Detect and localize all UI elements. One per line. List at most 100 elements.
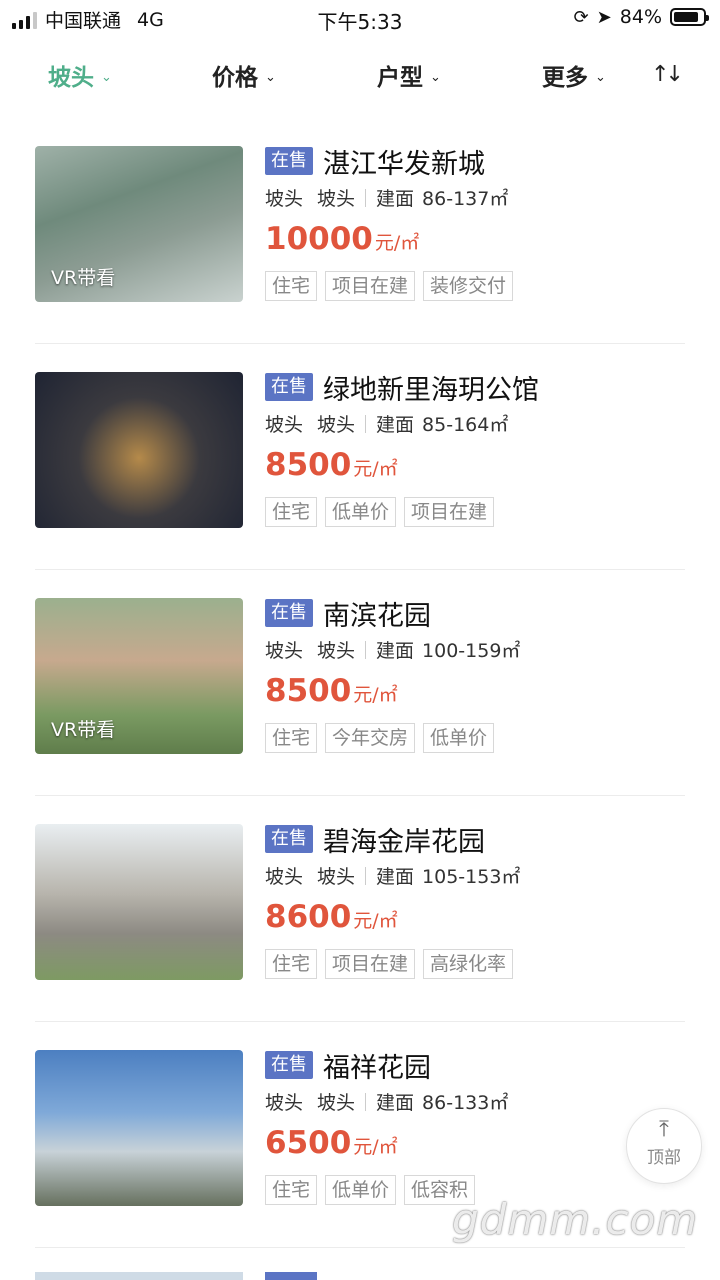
location-icon: ➤ [596,6,612,28]
project-name: 碧海金岸花园 [323,826,485,858]
tag: 低单价 [325,1175,397,1205]
tag: 住宅 [265,497,318,527]
chevron-down-icon: ⌄ [430,69,441,85]
price: 8500 元/㎡ [265,447,700,483]
filter-label: 坡头 [48,65,94,91]
area-label: 建面 [376,1092,415,1114]
filter-more[interactable]: 更多 ⌄ [542,58,606,92]
divider [365,1092,367,1111]
tag: 装修交付 [423,271,514,301]
listing-item[interactable]: VR带看 在售 湛江华发新城 坡头 坡头 建面 86-137㎡ 10000 元/… [0,118,720,344]
location-row: 坡头 坡头 建面 86-137㎡ [265,184,700,211]
price: 10000 元/㎡ [265,221,700,257]
divider [365,414,367,433]
listing-item[interactable]: 在售 绿地新里海玥公馆 坡头 坡头 建面 85-164㎡ 8500 元/㎡ 住宅… [0,344,720,570]
area-label: 建面 [376,414,415,436]
area: 坡头 [317,640,356,662]
price-unit: 元/㎡ [374,232,420,254]
status-badge: 在售 [265,147,313,175]
tag: 项目在建 [325,949,416,979]
district: 坡头 [265,866,304,888]
project-name: 湛江华发新城 [323,148,485,180]
area: 坡头 [317,866,356,888]
location-row: 坡头 坡头 建面 86-133㎡ [265,1088,700,1115]
chevron-down-icon: ⌄ [265,69,276,85]
project-thumbnail[interactable]: VR带看 [35,598,243,754]
divider [365,640,367,659]
size-range: 105-153㎡ [422,866,521,888]
vr-tour-label[interactable]: VR带看 [51,263,115,290]
chevron-down-icon: ⌄ [101,69,112,85]
back-to-top-button[interactable]: ⤒ 顶部 [626,1108,702,1184]
price: 8500 元/㎡ [265,673,700,709]
row-divider [35,1247,685,1248]
size-range: 85-164㎡ [422,414,509,436]
divider [365,188,367,207]
next-item-thumbnail [35,1272,243,1280]
project-thumbnail[interactable] [35,824,243,980]
project-name: 南滨花园 [323,600,431,632]
area: 坡头 [317,188,356,210]
tag: 住宅 [265,723,318,753]
filter-district[interactable]: 坡头 ⌄ [48,58,112,92]
status-badge: 在售 [265,825,313,853]
status-badge: 在售 [265,599,313,627]
tag: 高绿化率 [423,949,514,979]
area: 坡头 [317,414,356,436]
area-label: 建面 [376,188,415,210]
price-value: 6500 [265,1125,352,1161]
status-bar: 中国联通 4G 下午5:33 ⟳ ➤ 84% [0,0,720,36]
watermark: gdmm.com [452,1195,699,1244]
location-row: 坡头 坡头 建面 85-164㎡ [265,410,700,437]
tag-list: 住宅 今年交房 低单价 [265,723,700,753]
tag: 项目在建 [325,271,416,301]
sort-icon[interactable]: ↑↓ [651,62,684,87]
price-unit: 元/㎡ [353,1136,398,1158]
filter-label: 价格 [212,65,258,91]
tag-list: 住宅 低单价 项目在建 [265,497,700,527]
listing-info: 在售 绿地新里海玥公馆 坡头 坡头 建面 85-164㎡ 8500 元/㎡ 住宅… [265,370,700,527]
battery-icon [670,8,709,26]
listing-info: 在售 湛江华发新城 坡头 坡头 建面 86-137㎡ 10000 元/㎡ 住宅项… [265,144,700,301]
filter-layout[interactable]: 户型 ⌄ [377,58,441,92]
next-item-badge [265,1272,317,1280]
price-unit: 元/㎡ [353,910,398,932]
size-range: 100-159㎡ [422,640,521,662]
district: 坡头 [265,640,304,662]
tag: 项目在建 [404,497,495,527]
divider [365,866,367,885]
back-to-top-label: 顶部 [647,1148,681,1168]
status-badge: 在售 [265,1051,313,1079]
tag: 住宅 [265,949,318,979]
project-thumbnail[interactable]: VR带看 [35,146,243,302]
project-thumbnail[interactable] [35,372,243,528]
vr-tour-label[interactable]: VR带看 [51,715,115,742]
listing-item[interactable]: VR带看 在售 南滨花园 坡头 坡头 建面 100-159㎡ 8500 元/㎡ … [0,570,720,796]
filter-label: 更多 [542,65,588,91]
filter-bar: 坡头 ⌄ 价格 ⌄ 户型 ⌄ 更多 ⌄ ↑↓ [0,48,720,98]
tag-list: 住宅 项目在建 高绿化率 [265,949,700,979]
filter-price[interactable]: 价格 ⌄ [212,58,276,92]
listing-item[interactable]: 在售 碧海金岸花园 坡头 坡头 建面 105-153㎡ 8600 元/㎡ 住宅项… [0,796,720,1022]
location-row: 坡头 坡头 建面 105-153㎡ [265,862,700,889]
status-right: ⟳ ➤ 84% [574,6,709,28]
chevron-down-icon: ⌄ [595,69,606,85]
listing-info: 在售 南滨花园 坡头 坡头 建面 100-159㎡ 8500 元/㎡ 住宅 今年交… [265,596,700,753]
area-label: 建面 [376,866,415,888]
filter-label: 户型 [377,65,423,91]
project-name: 福祥花园 [323,1052,431,1084]
size-range: 86-137㎡ [422,188,509,210]
location-row: 坡头 坡头 建面 100-159㎡ [265,636,700,663]
battery-percent: 84% [619,6,662,28]
price-value: 8500 [265,447,352,483]
price-unit: 元/㎡ [353,458,398,480]
tag-list: 住宅 项目在建 装修交付 [265,271,700,301]
area-label: 建面 [376,640,415,662]
tag: 住宅 [265,1175,318,1205]
tag: 低单价 [325,497,397,527]
project-thumbnail[interactable] [35,1050,243,1206]
tag: 今年交房 [325,723,416,753]
tag: 住宅 [265,271,318,301]
district: 坡头 [265,414,304,436]
listing-info: 在售 碧海金岸花园 坡头 坡头 建面 105-153㎡ 8600 元/㎡ 住宅项… [265,822,700,979]
